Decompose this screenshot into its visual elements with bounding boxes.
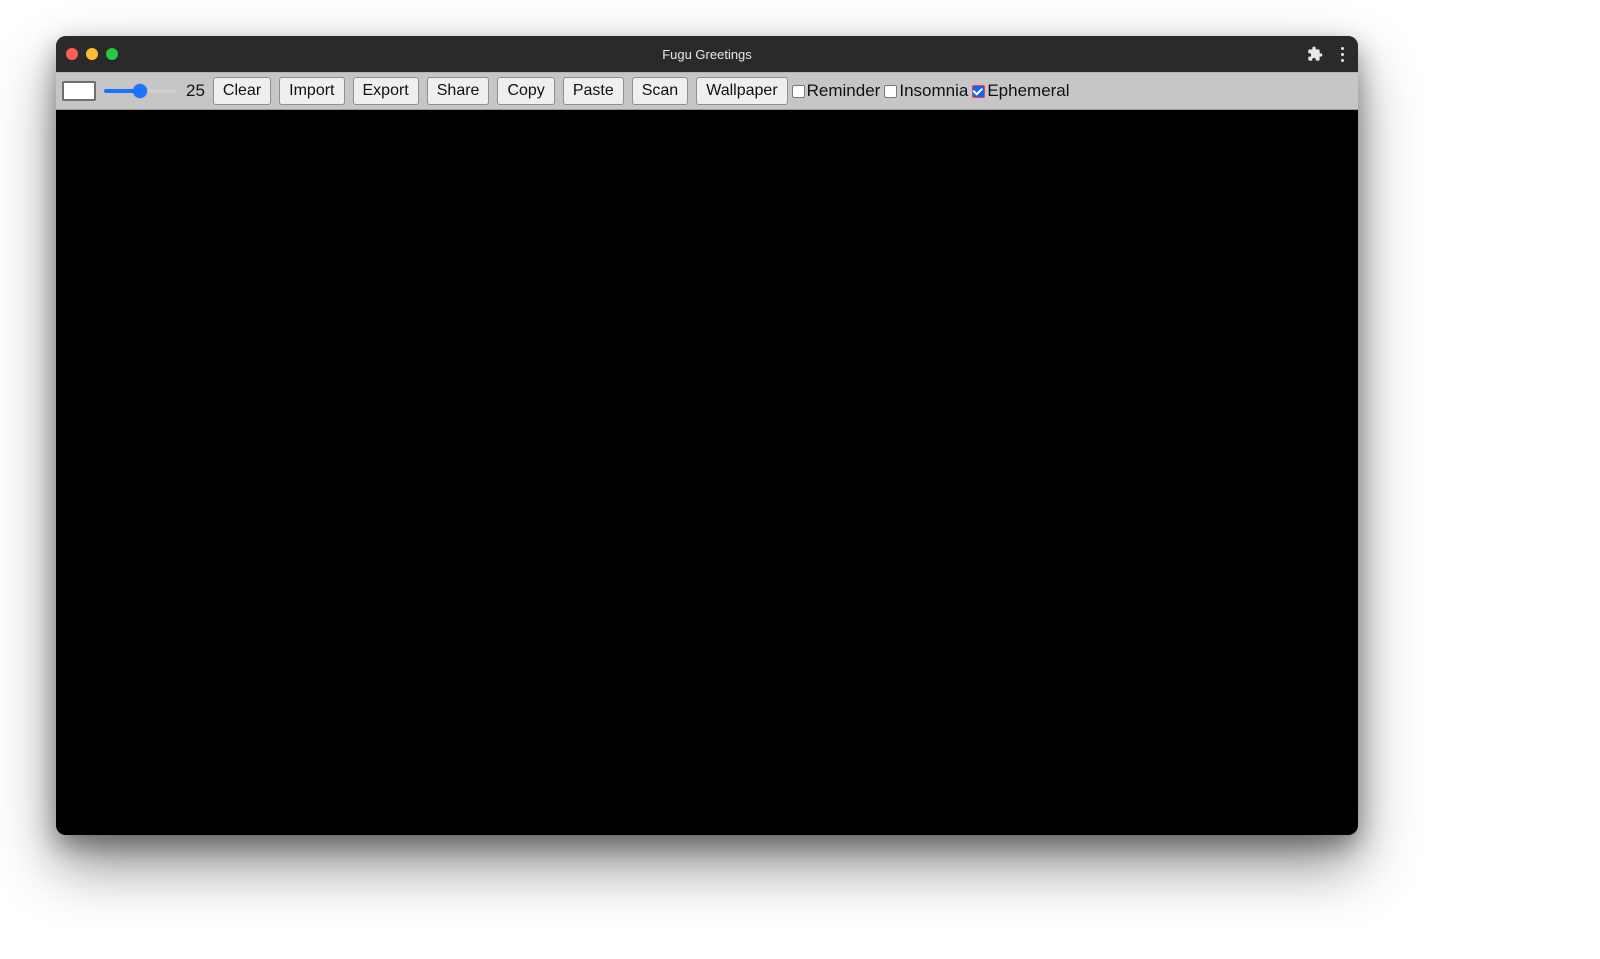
reminder-label: Reminder	[807, 81, 881, 101]
color-swatch[interactable]	[62, 81, 96, 101]
share-button[interactable]: Share	[427, 77, 490, 104]
wallpaper-button[interactable]: Wallpaper	[696, 77, 787, 104]
paste-button[interactable]: Paste	[563, 77, 624, 104]
window-close-button[interactable]	[66, 48, 78, 60]
scan-button[interactable]: Scan	[632, 77, 688, 104]
import-button[interactable]: Import	[279, 77, 344, 104]
clear-button[interactable]: Clear	[213, 77, 271, 104]
app-window: Fugu Greetings 25 Clear Imp	[56, 36, 1358, 835]
insomnia-checkbox[interactable]	[884, 85, 897, 98]
insomnia-checkbox-wrap[interactable]: Insomnia	[884, 81, 968, 101]
brush-size-slider[interactable]	[104, 83, 176, 99]
ephemeral-checkbox[interactable]	[972, 85, 985, 98]
toolbar: 25 Clear Import Export Share Copy Paste …	[56, 72, 1358, 110]
kebab-menu-icon[interactable]	[1337, 43, 1348, 66]
reminder-checkbox[interactable]	[792, 85, 805, 98]
drawing-canvas[interactable]	[56, 110, 1358, 835]
window-minimize-button[interactable]	[86, 48, 98, 60]
brush-size-value: 25	[186, 81, 205, 101]
titlebar: Fugu Greetings	[56, 36, 1358, 72]
extensions-icon[interactable]	[1307, 46, 1323, 62]
ephemeral-checkbox-wrap[interactable]: Ephemeral	[972, 81, 1069, 101]
window-title: Fugu Greetings	[56, 47, 1358, 62]
reminder-checkbox-wrap[interactable]: Reminder	[792, 81, 881, 101]
insomnia-label: Insomnia	[899, 81, 968, 101]
window-controls	[66, 48, 118, 60]
window-maximize-button[interactable]	[106, 48, 118, 60]
copy-button[interactable]: Copy	[497, 77, 554, 104]
export-button[interactable]: Export	[353, 77, 419, 104]
ephemeral-label: Ephemeral	[987, 81, 1069, 101]
